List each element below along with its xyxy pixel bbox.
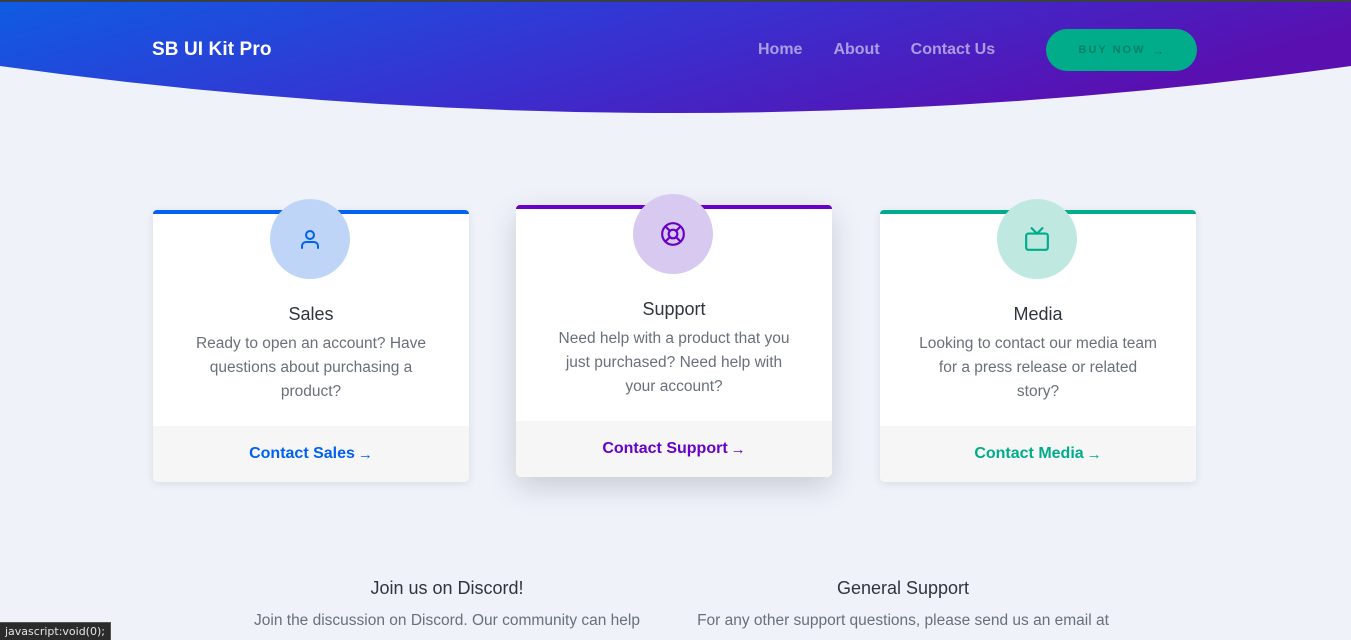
discord-section: Join us on Discord! Join the discussion … [226, 578, 668, 633]
general-support-title: General Support [836, 578, 970, 598]
general-support-text: For any other support questions, please … [697, 612, 1109, 629]
general-support-section: General Support For any other support qu… [682, 578, 1124, 633]
arrow-right-icon: → [1086, 445, 1102, 463]
arrow-right-icon: → [1151, 42, 1165, 58]
contact-media-label: Contact Media [974, 445, 1084, 462]
contact-support-link[interactable]: Contact Support → [516, 421, 832, 477]
card-text: Ready to open an account? Have questions… [195, 335, 427, 400]
card-title: Sales [288, 304, 334, 324]
arrow-right-icon: → [357, 445, 373, 463]
window-top-border [0, 0, 1351, 2]
contact-sales-label: Contact Sales [249, 445, 355, 462]
brand-logo[interactable]: SB UI Kit Pro [152, 39, 272, 61]
contact-support-label: Contact Support [602, 440, 728, 457]
sales-icon-circle [270, 199, 350, 279]
life-buoy-icon [661, 222, 685, 246]
card-title: Support [642, 299, 706, 319]
support-card: Support Need help with a product that yo… [516, 194, 832, 477]
card-title: Media [1013, 304, 1063, 324]
buy-now-button[interactable]: BUY NOW → [1046, 29, 1197, 71]
nav-home[interactable]: Home [758, 41, 802, 59]
hero-header: SB UI Kit Pro Home About Contact Us BUY … [0, 0, 1351, 120]
discord-text: Join the discussion on Discord. Our comm… [254, 612, 640, 629]
card-text: Need help with a product that you just p… [558, 330, 790, 395]
tv-icon [1025, 227, 1049, 251]
nav-about[interactable]: About [833, 41, 879, 59]
media-card: Media Looking to contact our media team … [880, 199, 1196, 482]
support-icon-circle [633, 194, 713, 274]
arrow-right-icon: → [730, 440, 746, 458]
contact-sales-link[interactable]: Contact Sales → [153, 426, 469, 482]
contact-media-link[interactable]: Contact Media → [880, 426, 1196, 482]
buy-now-label: BUY NOW [1078, 44, 1146, 56]
main-nav: Home About Contact Us [758, 41, 1026, 59]
user-icon [301, 230, 319, 249]
media-icon-circle [997, 199, 1077, 279]
sales-card: Sales Ready to open an account? Have que… [153, 199, 469, 482]
card-text: Looking to contact our media team for a … [919, 335, 1157, 400]
discord-title: Join us on Discord! [370, 578, 524, 598]
nav-contact-us[interactable]: Contact Us [911, 41, 995, 59]
status-bar-url: javascript:void(0); [0, 622, 111, 640]
